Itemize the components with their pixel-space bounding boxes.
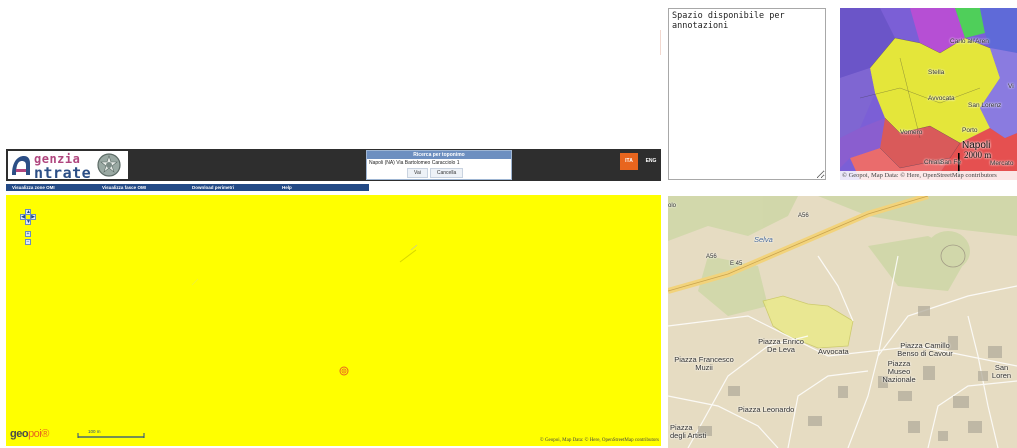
road-label-a56: A56 <box>706 254 717 260</box>
omi-zone-overview-map[interactable]: Carlo all'Aren Stella Avvocata San Loren… <box>840 8 1017 180</box>
menu-item-visualizza-fasce[interactable]: Visualizza fasce OMI <box>96 184 186 191</box>
zone-map-attribution: © Geopoi, Map Data: © Here, OpenStreetMa… <box>840 171 1017 180</box>
street-map-canvas <box>668 196 1017 448</box>
toponym-search-input[interactable] <box>367 159 511 167</box>
street-label-avvocata: Avvocata <box>818 347 849 356</box>
street-label-piazza-muzii: Piazza Francesco Muzii <box>674 355 734 372</box>
geopoi-brand-poi: poi® <box>28 428 49 440</box>
omi-map-app: genzia ntrate Ricerca per toponimo Vai C… <box>6 149 661 446</box>
street-label-piazza-leonardo: Piazza Leonardo <box>738 405 795 414</box>
geopoi-brand-logo: geopoi® <box>10 428 49 440</box>
zone-label: Porto <box>962 127 978 134</box>
zone-label: Stella <box>928 69 945 76</box>
search-cancel-button[interactable]: Cancella <box>429 168 464 178</box>
map-viewport[interactable]: ▲ ◀ ▶ ▼ + − geopoi® 100 m © Geopoi, Map … <box>6 195 661 446</box>
search-panel-title: Ricerca per toponimo <box>367 151 511 159</box>
map-navigation-control: ▲ ◀ ▶ ▼ + − <box>20 209 36 249</box>
street-label-piazza-artisti: Piazza degli Artisti <box>670 423 707 440</box>
main-menu: Visualizza zone OMI Visualizza fasce OMI… <box>6 184 369 191</box>
menu-item-help[interactable]: Help <box>276 184 366 191</box>
street-label-san-lorenzo: San Loren <box>991 363 1012 380</box>
zone-label: Mercato <box>990 160 1014 167</box>
street-label-fragment: olo <box>668 203 677 209</box>
republic-emblem-icon <box>97 153 121 177</box>
zone-scale-label: 2000 m <box>964 150 992 160</box>
menu-item-visualizza-zone[interactable]: Visualizza zone OMI <box>6 184 96 191</box>
toponym-search-panel: Ricerca per toponimo Vai Cancella <box>366 150 512 180</box>
road-label-a56: A56 <box>798 213 809 219</box>
zone-label-city: Napoli <box>962 140 991 151</box>
zone-label: San Lorenz <box>968 102 1002 109</box>
logo-word-entrate: ntrate <box>34 164 92 182</box>
map-scale-bar: 100 m <box>76 429 146 439</box>
zone-label: San Fe <box>940 159 961 166</box>
road-label-e45: E 45 <box>730 261 743 267</box>
language-ita-button[interactable]: ITA <box>620 153 638 170</box>
zone-label: Carlo all'Aren <box>950 38 989 45</box>
zoom-out-icon[interactable]: − <box>25 239 31 245</box>
pan-down-icon[interactable]: ▼ <box>25 219 31 225</box>
geopoi-brand-geo: geo <box>10 428 29 440</box>
menu-item-download-perimetri[interactable]: Download perimetri <box>186 184 276 191</box>
app-header: genzia ntrate Ricerca per toponimo Vai C… <box>6 149 661 182</box>
agenzia-entrate-logo[interactable]: genzia ntrate <box>8 151 128 182</box>
street-label-piazza-de-leva: Piazza Enrico De Leva <box>758 337 804 354</box>
search-go-button[interactable]: Vai <box>407 168 428 178</box>
annotations-textarea[interactable]: Spazio disponibile per annotazioni <box>668 8 826 180</box>
street-label-piazza-cavour: Piazza Camillo Benso di Cavour <box>897 341 953 358</box>
zone-label: Vomero <box>900 129 923 136</box>
logo-a-mark-icon <box>12 156 30 175</box>
street-label-selva: Selva <box>754 235 773 244</box>
street-detail-map[interactable]: Selva A56 A56 E 45 Piazza Enrico De Leva… <box>668 196 1017 448</box>
zoom-in-icon[interactable]: + <box>25 231 31 237</box>
location-target-icon <box>339 366 349 376</box>
panel-divider <box>660 30 661 55</box>
map-features <box>191 244 418 286</box>
zone-label: Avvocata <box>928 95 955 102</box>
zone-label: Vi <box>1008 83 1014 90</box>
language-eng-button[interactable]: ENG <box>643 153 659 170</box>
map-attribution: © Geopoi, Map Data: © Here, OpenStreetMa… <box>539 438 659 443</box>
street-label-piazza-museo: Piazza Museo Nazionale <box>882 359 916 384</box>
